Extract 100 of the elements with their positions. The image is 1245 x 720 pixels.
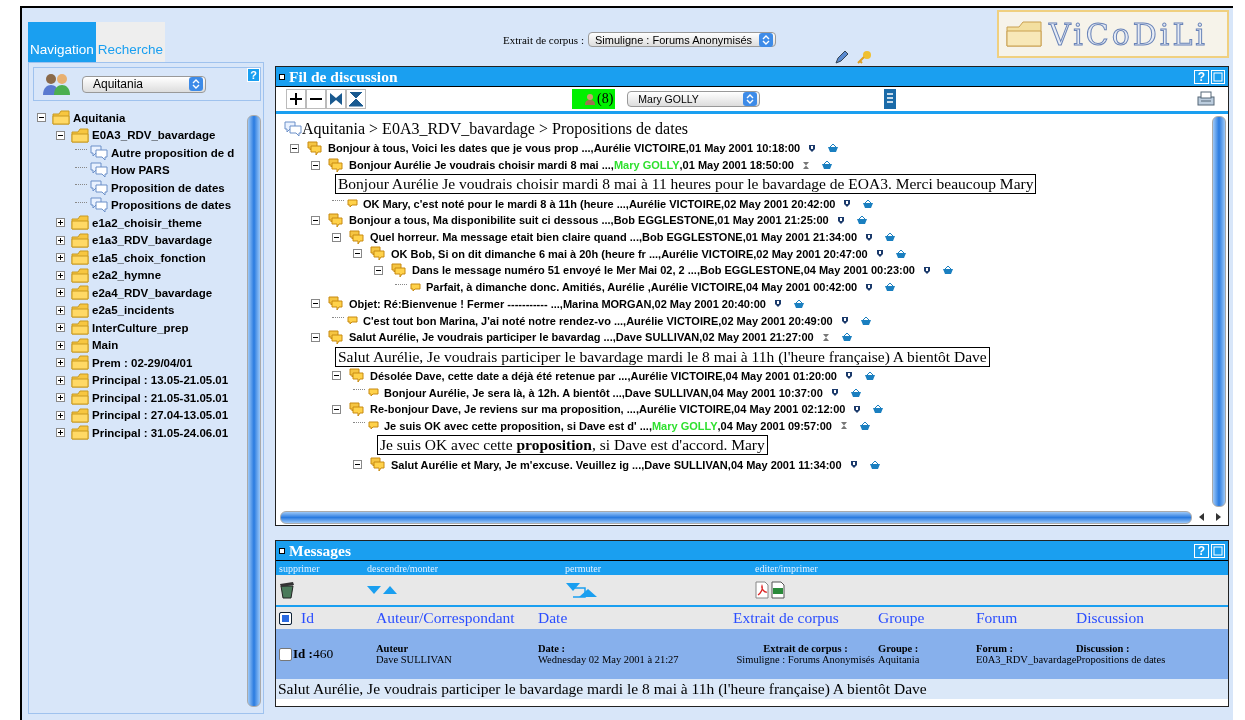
basket-icon[interactable] bbox=[858, 420, 871, 431]
expand-icon[interactable] bbox=[56, 323, 65, 333]
dropdown[interactable]: Aquitania bbox=[82, 75, 206, 93]
message-subject[interactable]: Objet: Ré:Bienvenue ! Fermer ----------- ..., bbox=[349, 297, 563, 310]
column-header[interactable]: Forum bbox=[976, 609, 1076, 627]
minus-icon[interactable] bbox=[306, 89, 326, 109]
folder-label[interactable]: Aquitania bbox=[73, 111, 126, 124]
folder-label[interactable]: Principal : 13.05-21.05.01 bbox=[92, 374, 229, 387]
basket-icon[interactable] bbox=[884, 232, 897, 243]
basket-icon[interactable] bbox=[849, 387, 862, 398]
collapse-icon[interactable] bbox=[332, 232, 341, 242]
folder-label[interactable]: Main bbox=[92, 339, 119, 352]
maximize-icon[interactable] bbox=[1211, 543, 1225, 558]
discussion-link[interactable]: Proposition de dates bbox=[111, 181, 225, 194]
collapse-icon[interactable] bbox=[374, 265, 383, 275]
expand-icon[interactable] bbox=[56, 218, 65, 228]
message-subject[interactable]: Quel horreur. Ma message etait bien claire quand ..., bbox=[370, 231, 643, 244]
expand-icon[interactable] bbox=[56, 305, 65, 315]
message-subject[interactable]: Je suis OK avec cette proposition, si Dave est d' ..., bbox=[384, 419, 652, 432]
pin-icon[interactable] bbox=[840, 316, 849, 326]
discussion-link[interactable]: Autre proposition de d bbox=[111, 146, 235, 159]
pin-icon[interactable] bbox=[865, 282, 874, 292]
basket-icon[interactable] bbox=[820, 160, 833, 171]
basket-icon[interactable] bbox=[840, 332, 853, 343]
collapse-icon[interactable] bbox=[353, 249, 362, 259]
pin-icon[interactable] bbox=[875, 249, 884, 259]
message-subject[interactable]: Salut Aurélie, Je voudrais participer le bavardag ..., bbox=[349, 331, 616, 344]
column-header[interactable]: Auteur/Correspondant bbox=[376, 609, 538, 627]
folder-label[interactable]: e1a5_choix_fonction bbox=[92, 251, 206, 264]
list-icon[interactable] bbox=[884, 89, 897, 109]
expand-icon[interactable] bbox=[56, 428, 65, 438]
pin-icon[interactable] bbox=[923, 265, 931, 275]
discussion-link[interactable]: How PARS bbox=[111, 164, 170, 177]
expand-icon[interactable] bbox=[56, 358, 65, 368]
basket-icon[interactable] bbox=[863, 370, 876, 381]
expand-icon[interactable] bbox=[56, 393, 65, 403]
expand-icon[interactable] bbox=[56, 235, 65, 245]
pen-icon[interactable] bbox=[833, 50, 850, 64]
expand-icon[interactable] bbox=[56, 253, 65, 263]
collapse-icon[interactable] bbox=[311, 160, 320, 170]
maximize-icon[interactable] bbox=[1211, 69, 1225, 84]
column-header[interactable]: Id bbox=[301, 609, 376, 627]
basket-icon[interactable] bbox=[862, 198, 875, 209]
message-subject[interactable]: Re-bonjour Dave, Je reviens sur ma proposition, ..., bbox=[370, 403, 639, 416]
message-subject[interactable]: Dans le message numéro 51 envoyé le Mer Mai 02, 2 ..., bbox=[412, 264, 700, 277]
folder-label[interactable]: e2a4_RDV_bavardage bbox=[92, 286, 213, 299]
dropdown[interactable]: Mary GOLLY bbox=[627, 91, 761, 107]
collapse-icon[interactable] bbox=[311, 299, 320, 309]
scrollbar[interactable] bbox=[247, 115, 261, 707]
basket-icon[interactable] bbox=[868, 459, 881, 470]
message-subject[interactable]: Bonjour a tous, Ma disponibilite suit ci dessous ..., bbox=[349, 214, 614, 227]
message-subject[interactable]: Bonjour Aurélie, Je sera là, à 12h. A bientôt ..., bbox=[384, 386, 625, 399]
message-subject[interactable]: Salut Aurélie et Mary, Je m'excuse. Veuillez ig ..., bbox=[391, 458, 645, 471]
pdf-icon[interactable] bbox=[755, 581, 769, 599]
collapse-icon[interactable] bbox=[311, 215, 320, 225]
message-subject[interactable]: Parfait, à dimanche donc. Amitiés, Aurélie , bbox=[426, 281, 651, 294]
plus-icon[interactable] bbox=[286, 89, 306, 109]
folder-label[interactable]: e1a3_RDV_bavardage bbox=[92, 234, 213, 247]
folder-label[interactable]: Principal : 21.05-31.05.01 bbox=[92, 391, 229, 404]
folder-label[interactable]: Principal : 27.04-13.05.01 bbox=[92, 409, 229, 422]
hourglass-icon[interactable] bbox=[839, 421, 848, 431]
pin-icon[interactable] bbox=[843, 199, 852, 209]
message-subject[interactable]: Désolée Dave, cette date a déjà été retenue par ..., bbox=[370, 369, 631, 382]
scrollbar[interactable] bbox=[280, 510, 1192, 524]
checkbox[interactable] bbox=[279, 611, 292, 625]
spreadsheet-icon[interactable] bbox=[771, 581, 785, 599]
pin-icon[interactable] bbox=[849, 460, 858, 470]
pin-icon[interactable] bbox=[808, 143, 817, 153]
trash-icon[interactable] bbox=[279, 581, 295, 599]
folder-label[interactable]: e2a2_hymne bbox=[92, 269, 162, 282]
expand-icon[interactable] bbox=[56, 288, 65, 298]
basket-icon[interactable] bbox=[872, 404, 885, 415]
folder-label[interactable]: Prem : 02-29/04/01 bbox=[92, 356, 193, 369]
collapse-icon[interactable] bbox=[290, 143, 299, 153]
expand-icon[interactable] bbox=[56, 375, 65, 385]
folder-label[interactable]: e1a2_choisir_theme bbox=[92, 216, 202, 229]
basket-icon[interactable] bbox=[894, 248, 907, 259]
expand-all-icon[interactable] bbox=[326, 89, 346, 109]
pin-icon[interactable] bbox=[844, 371, 853, 381]
message-subject[interactable]: Bonjour à tous, Voici les dates que je vous prop ..., bbox=[328, 142, 594, 155]
message-subject[interactable]: OK Bob, Si on dit dimanche 6 mai à 20h (heure fr ..., bbox=[391, 247, 662, 260]
expand-icon[interactable] bbox=[56, 410, 65, 420]
basket-icon[interactable] bbox=[884, 282, 897, 293]
folder-label[interactable]: E0A3_RDV_bavardage bbox=[92, 129, 216, 142]
basket-icon[interactable] bbox=[827, 143, 840, 154]
pin-icon[interactable] bbox=[836, 215, 845, 225]
discussion-link[interactable]: Propositions de dates bbox=[111, 199, 232, 212]
message-subject[interactable]: C'est tout bon Marina, J'ai noté notre rendez-vo ..., bbox=[363, 314, 627, 327]
participants-indicator[interactable]: (8) bbox=[572, 89, 616, 109]
hourglass-icon[interactable] bbox=[801, 160, 810, 170]
folder-label[interactable]: InterCulture_prep bbox=[92, 321, 189, 334]
column-header[interactable]: Extrait de corpus bbox=[733, 609, 878, 627]
folder-label[interactable]: e2a5_incidents bbox=[92, 304, 175, 317]
pin-icon[interactable] bbox=[853, 404, 862, 414]
hourglass-icon[interactable] bbox=[821, 332, 830, 342]
collapse-icon[interactable] bbox=[37, 113, 46, 123]
collapse-icon[interactable] bbox=[56, 130, 65, 140]
collapse-icon[interactable] bbox=[332, 371, 341, 381]
collapse-icon[interactable] bbox=[332, 404, 341, 414]
column-header[interactable]: Date bbox=[538, 609, 733, 627]
